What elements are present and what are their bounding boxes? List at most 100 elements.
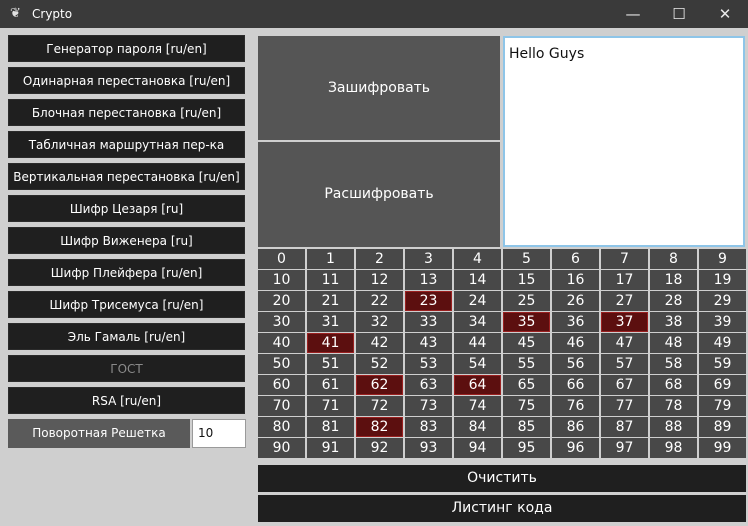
- grid-cell[interactable]: 91: [307, 438, 354, 458]
- caesar-cipher-button[interactable]: Шифр Цезаря [ru]: [8, 195, 245, 222]
- grid-cell[interactable]: 59: [699, 354, 746, 374]
- decrypt-button[interactable]: Расшифровать: [258, 142, 500, 247]
- grid-cell[interactable]: 53: [405, 354, 452, 374]
- grid-cell[interactable]: 81: [307, 417, 354, 437]
- grid-cell[interactable]: 38: [650, 312, 697, 332]
- grid-cell[interactable]: 82: [356, 417, 403, 437]
- grid-cell[interactable]: 5: [503, 249, 550, 269]
- grid-cell[interactable]: 70: [258, 396, 305, 416]
- grid-cell[interactable]: 60: [258, 375, 305, 395]
- grid-cell[interactable]: 71: [307, 396, 354, 416]
- grid-cell[interactable]: 6: [552, 249, 599, 269]
- grid-cell[interactable]: 98: [650, 438, 697, 458]
- grid-cell[interactable]: 56: [552, 354, 599, 374]
- table-route-permutation-button[interactable]: Табличная маршрутная пер-ка [ru/en]: [8, 131, 245, 179]
- grid-cell[interactable]: 80: [258, 417, 305, 437]
- grid-cell[interactable]: 76: [552, 396, 599, 416]
- vertical-permutation-button[interactable]: Вертикальная перестановка [ru/en]: [8, 163, 245, 190]
- minimize-button[interactable]: —: [610, 0, 656, 28]
- grid-cell[interactable]: 74: [454, 396, 501, 416]
- grid-cell[interactable]: 57: [601, 354, 648, 374]
- grid-cell[interactable]: 10: [258, 270, 305, 290]
- grid-cell[interactable]: 93: [405, 438, 452, 458]
- grid-cell[interactable]: 35: [503, 312, 550, 332]
- playfair-cipher-button[interactable]: Шифр Плейфера [ru/en]: [8, 259, 245, 286]
- maximize-button[interactable]: ☐: [656, 0, 702, 28]
- grid-cell[interactable]: 89: [699, 417, 746, 437]
- rotating-grid-button[interactable]: Поворотная Решетка: [8, 419, 190, 448]
- block-permutation-button[interactable]: Блочная перестановка [ru/en]: [8, 99, 245, 126]
- grid-cell[interactable]: 96: [552, 438, 599, 458]
- grid-cell[interactable]: 92: [356, 438, 403, 458]
- grid-cell[interactable]: 54: [454, 354, 501, 374]
- grid-cell[interactable]: 19: [699, 270, 746, 290]
- elgamal-button[interactable]: Эль Гамаль [ru/en]: [8, 323, 245, 350]
- grid-cell[interactable]: 27: [601, 291, 648, 311]
- grid-cell[interactable]: 3: [405, 249, 452, 269]
- grid-cell[interactable]: 7: [601, 249, 648, 269]
- grid-cell[interactable]: 51: [307, 354, 354, 374]
- grid-cell[interactable]: 63: [405, 375, 452, 395]
- grid-cell[interactable]: 72: [356, 396, 403, 416]
- grid-cell[interactable]: 15: [503, 270, 550, 290]
- grid-cell[interactable]: 30: [258, 312, 305, 332]
- grid-cell[interactable]: 17: [601, 270, 648, 290]
- grid-cell[interactable]: 29: [699, 291, 746, 311]
- grid-cell[interactable]: 48: [650, 333, 697, 353]
- grid-cell[interactable]: 13: [405, 270, 452, 290]
- grid-cell[interactable]: 73: [405, 396, 452, 416]
- grid-cell[interactable]: 31: [307, 312, 354, 332]
- grid-cell[interactable]: 23: [405, 291, 452, 311]
- grid-cell[interactable]: 11: [307, 270, 354, 290]
- grid-cell[interactable]: 46: [552, 333, 599, 353]
- grid-cell[interactable]: 67: [601, 375, 648, 395]
- grid-cell[interactable]: 14: [454, 270, 501, 290]
- single-permutation-button[interactable]: Одинарная перестановка [ru/en]: [8, 67, 245, 94]
- grid-cell[interactable]: 36: [552, 312, 599, 332]
- rsa-button[interactable]: RSA [ru/en]: [8, 387, 245, 414]
- grid-cell[interactable]: 1: [307, 249, 354, 269]
- gost-button[interactable]: ГОСТ: [8, 355, 245, 382]
- grid-cell[interactable]: 52: [356, 354, 403, 374]
- grid-cell[interactable]: 20: [258, 291, 305, 311]
- grid-cell[interactable]: 99: [699, 438, 746, 458]
- grid-cell[interactable]: 75: [503, 396, 550, 416]
- grid-cell[interactable]: 42: [356, 333, 403, 353]
- clear-button[interactable]: Очистить: [258, 465, 746, 492]
- grid-cell[interactable]: 68: [650, 375, 697, 395]
- grid-cell[interactable]: 2: [356, 249, 403, 269]
- grid-cell[interactable]: 62: [356, 375, 403, 395]
- close-button[interactable]: ✕: [702, 0, 748, 28]
- grid-cell[interactable]: 25: [503, 291, 550, 311]
- grid-cell[interactable]: 66: [552, 375, 599, 395]
- grid-cell[interactable]: 12: [356, 270, 403, 290]
- grid-cell[interactable]: 22: [356, 291, 403, 311]
- grid-cell[interactable]: 78: [650, 396, 697, 416]
- grid-cell[interactable]: 44: [454, 333, 501, 353]
- grid-cell[interactable]: 47: [601, 333, 648, 353]
- grid-cell[interactable]: 86: [552, 417, 599, 437]
- grid-cell[interactable]: 94: [454, 438, 501, 458]
- text-area[interactable]: Hello Guys: [503, 36, 745, 247]
- grid-cell[interactable]: 69: [699, 375, 746, 395]
- grid-cell[interactable]: 64: [454, 375, 501, 395]
- grid-cell[interactable]: 85: [503, 417, 550, 437]
- grid-cell[interactable]: 40: [258, 333, 305, 353]
- grid-cell[interactable]: 49: [699, 333, 746, 353]
- grid-cell[interactable]: 95: [503, 438, 550, 458]
- grid-cell[interactable]: 55: [503, 354, 550, 374]
- code-listing-button[interactable]: Листинг кода: [258, 495, 746, 522]
- grid-cell[interactable]: 50: [258, 354, 305, 374]
- grid-cell[interactable]: 97: [601, 438, 648, 458]
- grid-cell[interactable]: 79: [699, 396, 746, 416]
- grid-cell[interactable]: 28: [650, 291, 697, 311]
- grid-cell[interactable]: 24: [454, 291, 501, 311]
- grid-cell[interactable]: 77: [601, 396, 648, 416]
- trithemius-cipher-button[interactable]: Шифр Трисемуса [ru/en]: [8, 291, 245, 318]
- grid-cell[interactable]: 33: [405, 312, 452, 332]
- encrypt-button[interactable]: Зашифровать: [258, 36, 500, 140]
- password-generator-button[interactable]: Генератор пароля [ru/en]: [8, 35, 245, 62]
- grid-cell[interactable]: 37: [601, 312, 648, 332]
- grid-cell[interactable]: 90: [258, 438, 305, 458]
- vigenere-cipher-button[interactable]: Шифр Виженера [ru]: [8, 227, 245, 254]
